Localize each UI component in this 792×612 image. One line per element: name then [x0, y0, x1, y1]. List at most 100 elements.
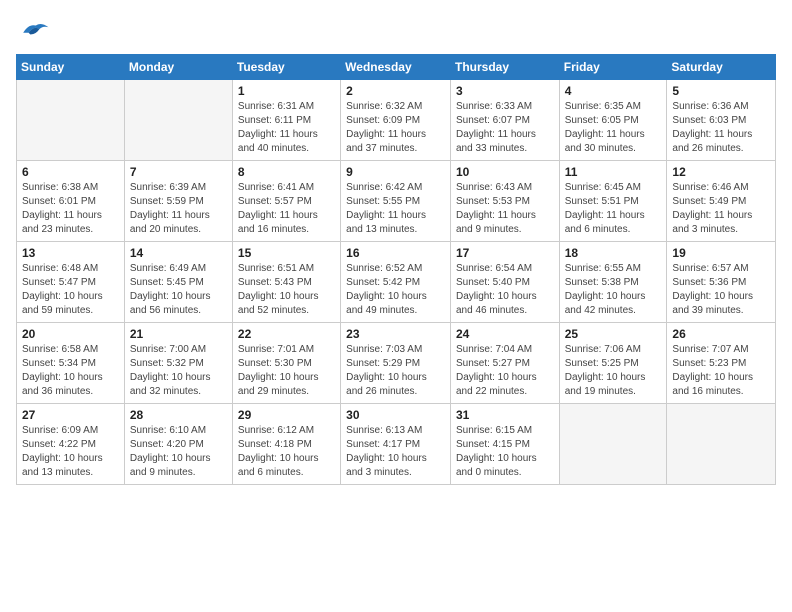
calendar-cell: 6 Sunrise: 6:38 AM Sunset: 6:01 PM Daylig… — [17, 161, 125, 242]
day-detail: Sunrise: 7:03 AM Sunset: 5:29 PM Dayligh… — [346, 343, 445, 399]
calendar-cell: 26 Sunrise: 7:07 AM Sunset: 5:23 PM Dayli… — [667, 323, 776, 404]
calendar-cell: 19Sunrise: 6:57 AM Sunset: 5:36 PM Dayli… — [667, 242, 776, 323]
day-number: 22 — [238, 327, 335, 341]
calendar-week-row: 20 Sunrise: 6:58 AM Sunset: 5:34 PM Dayli… — [17, 323, 776, 404]
weekday-header: Sunday — [17, 55, 125, 80]
day-number: 20 — [22, 327, 119, 341]
calendar-cell: 27Sunrise: 6:09 AM Sunset: 4:22 PM Dayli… — [17, 404, 125, 485]
calendar-cell: 11 Sunrise: 6:45 AM Sunset: 5:51 PM Dayli… — [559, 161, 667, 242]
day-number: 13 — [22, 246, 119, 260]
calendar-cell: 4 Sunrise: 6:35 AM Sunset: 6:05 PM Daylig… — [559, 80, 667, 161]
day-number: 15 — [238, 246, 335, 260]
day-number: 4 — [565, 84, 662, 98]
day-detail: Sunrise: 6:45 AM Sunset: 5:51 PM Dayligh… — [565, 181, 662, 237]
day-number: 23 — [346, 327, 445, 341]
calendar-cell — [667, 404, 776, 485]
day-detail: Sunrise: 6:49 AM Sunset: 5:45 PM Dayligh… — [130, 262, 227, 318]
calendar-cell: 31 Sunrise: 6:15 AM Sunset: 4:15 PM Dayli… — [450, 404, 559, 485]
day-detail: Sunrise: 6:38 AM Sunset: 6:01 PM Dayligh… — [22, 181, 119, 237]
day-detail: Sunrise: 6:43 AM Sunset: 5:53 PM Dayligh… — [456, 181, 554, 237]
calendar-week-row: 13 Sunrise: 6:48 AM Sunset: 5:47 PM Dayli… — [17, 242, 776, 323]
day-number: 5 — [672, 84, 770, 98]
day-number: 9 — [346, 165, 445, 179]
calendar-cell: 29 Sunrise: 6:12 AM Sunset: 4:18 PM Dayli… — [232, 404, 340, 485]
day-number: 3 — [456, 84, 554, 98]
day-detail: Sunrise: 6:48 AM Sunset: 5:47 PM Dayligh… — [22, 262, 119, 318]
calendar-cell: 30 Sunrise: 6:13 AM Sunset: 4:17 PM Dayli… — [341, 404, 451, 485]
calendar-cell: 2Sunrise: 6:32 AM Sunset: 6:09 PM Daylig… — [341, 80, 451, 161]
calendar-cell: 18 Sunrise: 6:55 AM Sunset: 5:38 PM Dayli… — [559, 242, 667, 323]
day-number: 6 — [22, 165, 119, 179]
weekday-header: Wednesday — [341, 55, 451, 80]
calendar-cell: 14 Sunrise: 6:49 AM Sunset: 5:45 PM Dayli… — [124, 242, 232, 323]
day-detail: Sunrise: 6:15 AM Sunset: 4:15 PM Dayligh… — [456, 424, 554, 480]
day-detail: Sunrise: 6:41 AM Sunset: 5:57 PM Dayligh… — [238, 181, 335, 237]
calendar-cell: 22 Sunrise: 7:01 AM Sunset: 5:30 PM Dayli… — [232, 323, 340, 404]
day-detail: Sunrise: 7:07 AM Sunset: 5:23 PM Dayligh… — [672, 343, 770, 399]
day-detail: Sunrise: 6:31 AM Sunset: 6:11 PM Dayligh… — [238, 100, 335, 156]
calendar-week-row: 6 Sunrise: 6:38 AM Sunset: 6:01 PM Daylig… — [17, 161, 776, 242]
logo — [16, 16, 56, 44]
calendar-cell: 9 Sunrise: 6:42 AM Sunset: 5:55 PM Daylig… — [341, 161, 451, 242]
day-number: 18 — [565, 246, 662, 260]
calendar-cell: 10 Sunrise: 6:43 AM Sunset: 5:53 PM Dayli… — [450, 161, 559, 242]
day-number: 25 — [565, 327, 662, 341]
weekday-header: Tuesday — [232, 55, 340, 80]
day-number: 17 — [456, 246, 554, 260]
day-number: 26 — [672, 327, 770, 341]
day-number: 1 — [238, 84, 335, 98]
day-detail: Sunrise: 6:52 AM Sunset: 5:42 PM Dayligh… — [346, 262, 445, 318]
calendar-cell: 17 Sunrise: 6:54 AM Sunset: 5:40 PM Dayli… — [450, 242, 559, 323]
weekday-header: Monday — [124, 55, 232, 80]
calendar-week-row: 1 Sunrise: 6:31 AM Sunset: 6:11 PM Daylig… — [17, 80, 776, 161]
day-detail: Sunrise: 6:46 AM Sunset: 5:49 PM Dayligh… — [672, 181, 770, 237]
day-detail: Sunrise: 6:35 AM Sunset: 6:05 PM Dayligh… — [565, 100, 662, 156]
day-detail: Sunrise: 7:00 AM Sunset: 5:32 PM Dayligh… — [130, 343, 227, 399]
day-detail: Sunrise: 6:10 AM Sunset: 4:20 PM Dayligh… — [130, 424, 227, 480]
calendar-cell: 16 Sunrise: 6:52 AM Sunset: 5:42 PM Dayli… — [341, 242, 451, 323]
day-number: 10 — [456, 165, 554, 179]
day-detail: Sunrise: 6:54 AM Sunset: 5:40 PM Dayligh… — [456, 262, 554, 318]
day-detail: Sunrise: 6:33 AM Sunset: 6:07 PM Dayligh… — [456, 100, 554, 156]
day-detail: Sunrise: 6:51 AM Sunset: 5:43 PM Dayligh… — [238, 262, 335, 318]
calendar-cell: 7Sunrise: 6:39 AM Sunset: 5:59 PM Daylig… — [124, 161, 232, 242]
day-detail: Sunrise: 6:12 AM Sunset: 4:18 PM Dayligh… — [238, 424, 335, 480]
calendar-cell: 13 Sunrise: 6:48 AM Sunset: 5:47 PM Dayli… — [17, 242, 125, 323]
calendar-cell: 8 Sunrise: 6:41 AM Sunset: 5:57 PM Daylig… — [232, 161, 340, 242]
calendar-cell: 21 Sunrise: 7:00 AM Sunset: 5:32 PM Dayli… — [124, 323, 232, 404]
weekday-header: Thursday — [450, 55, 559, 80]
calendar-header-row: SundayMondayTuesdayWednesdayThursdayFrid… — [17, 55, 776, 80]
day-number: 21 — [130, 327, 227, 341]
day-detail: Sunrise: 6:42 AM Sunset: 5:55 PM Dayligh… — [346, 181, 445, 237]
calendar-cell: 24 Sunrise: 7:04 AM Sunset: 5:27 PM Dayli… — [450, 323, 559, 404]
day-detail: Sunrise: 7:04 AM Sunset: 5:27 PM Dayligh… — [456, 343, 554, 399]
day-number: 29 — [238, 408, 335, 422]
calendar-cell: 25Sunrise: 7:06 AM Sunset: 5:25 PM Dayli… — [559, 323, 667, 404]
weekday-header: Saturday — [667, 55, 776, 80]
calendar-week-row: 27Sunrise: 6:09 AM Sunset: 4:22 PM Dayli… — [17, 404, 776, 485]
calendar-table: SundayMondayTuesdayWednesdayThursdayFrid… — [16, 54, 776, 485]
day-number: 8 — [238, 165, 335, 179]
calendar-cell: 20 Sunrise: 6:58 AM Sunset: 5:34 PM Dayli… — [17, 323, 125, 404]
day-number: 14 — [130, 246, 227, 260]
day-number: 11 — [565, 165, 662, 179]
day-detail: Sunrise: 6:13 AM Sunset: 4:17 PM Dayligh… — [346, 424, 445, 480]
calendar-cell — [559, 404, 667, 485]
day-number: 16 — [346, 246, 445, 260]
calendar-cell: 3 Sunrise: 6:33 AM Sunset: 6:07 PM Daylig… — [450, 80, 559, 161]
calendar-cell: 28 Sunrise: 6:10 AM Sunset: 4:20 PM Dayli… — [124, 404, 232, 485]
day-detail: Sunrise: 6:58 AM Sunset: 5:34 PM Dayligh… — [22, 343, 119, 399]
calendar-cell: 5Sunrise: 6:36 AM Sunset: 6:03 PM Daylig… — [667, 80, 776, 161]
day-number: 28 — [130, 408, 227, 422]
day-number: 2 — [346, 84, 445, 98]
day-detail: Sunrise: 7:01 AM Sunset: 5:30 PM Dayligh… — [238, 343, 335, 399]
day-number: 24 — [456, 327, 554, 341]
day-detail: Sunrise: 6:55 AM Sunset: 5:38 PM Dayligh… — [565, 262, 662, 318]
day-number: 12 — [672, 165, 770, 179]
day-number: 30 — [346, 408, 445, 422]
day-number: 7 — [130, 165, 227, 179]
calendar-cell: 12 Sunrise: 6:46 AM Sunset: 5:49 PM Dayli… — [667, 161, 776, 242]
day-number: 19 — [672, 246, 770, 260]
calendar-cell: 23 Sunrise: 7:03 AM Sunset: 5:29 PM Dayli… — [341, 323, 451, 404]
day-number: 31 — [456, 408, 554, 422]
